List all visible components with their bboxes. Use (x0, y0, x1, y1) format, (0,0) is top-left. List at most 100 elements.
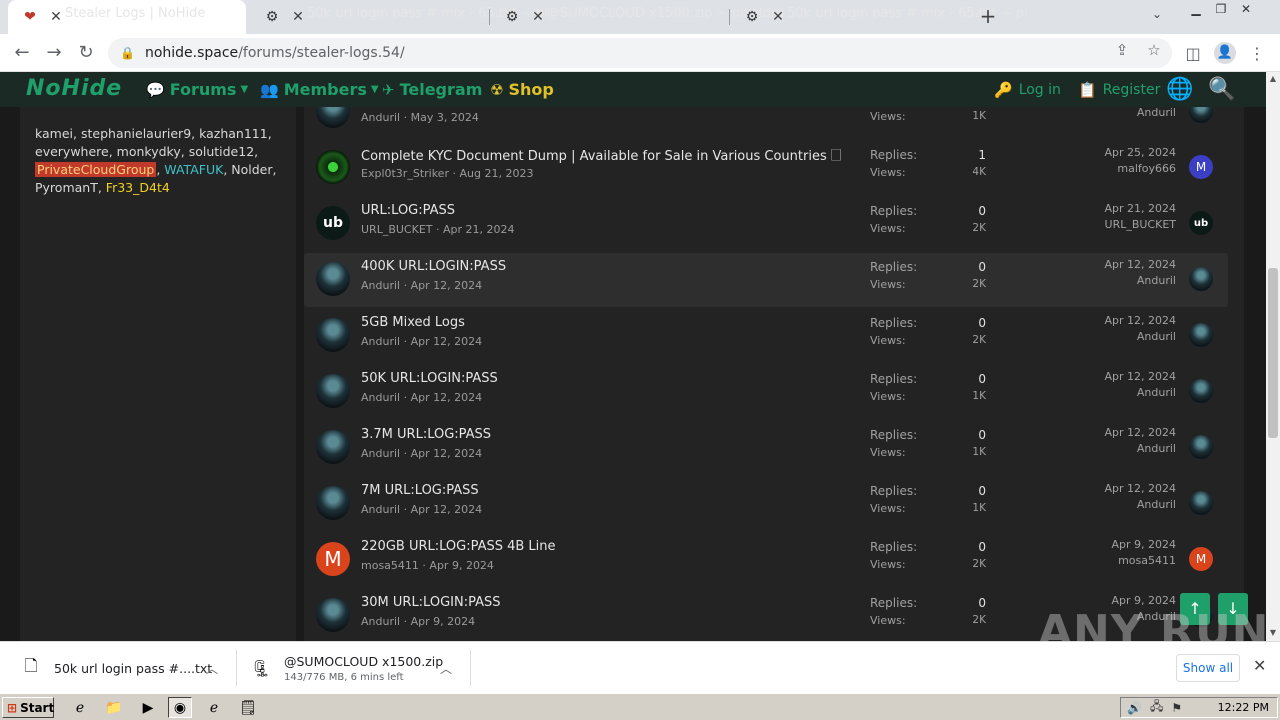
thread-start-date[interactable]: Apr 12, 2024 (411, 503, 483, 516)
last-post-date[interactable]: Apr 21, 2024 (1064, 202, 1176, 215)
tab-stealer-logs[interactable]: ❤ Stealer Logs | NoHide ✕ (8, 0, 246, 34)
notepad-icon[interactable]: 🗒 (236, 697, 260, 718)
thread-author[interactable]: mosa5411 (361, 559, 419, 572)
last-post-user[interactable]: Anduril (1064, 442, 1176, 455)
online-user[interactable]: Nolder (231, 162, 272, 177)
last-post-date[interactable]: Apr 12, 2024 (1064, 258, 1176, 271)
thread-title[interactable]: 3.7M URL:LOG:PASS (361, 427, 491, 442)
last-post-user[interactable]: Anduril (1064, 386, 1176, 399)
thread-author[interactable]: Anduril (361, 615, 400, 628)
thread-start-date[interactable]: Apr 21, 2024 (443, 223, 515, 236)
last-poster-avatar[interactable] (1189, 323, 1213, 347)
thread-start-date[interactable]: Apr 12, 2024 (411, 335, 483, 348)
close-icon[interactable]: ✕ (1253, 656, 1266, 675)
last-poster-avatar[interactable] (1189, 267, 1213, 291)
close-icon[interactable]: ✕ (770, 9, 786, 25)
thread-title[interactable]: Complete KYC Document Dump | Available f… (361, 147, 841, 169)
thread-start-date[interactable]: Aug 21, 2023 (459, 167, 533, 180)
author-avatar[interactable] (316, 318, 350, 352)
thread-row[interactable]: 5GB Mixed Logs Anduril · Apr 12, 2024 Repl… (304, 309, 1228, 363)
menu-kebab-icon[interactable]: ⋮ (1246, 43, 1268, 65)
thread-start-date[interactable]: May 3, 2024 (411, 111, 479, 124)
author-avatar[interactable] (316, 430, 350, 464)
thread-row[interactable]: 5M Email Logs U:L:PAnduril · May 3, 2024… (304, 107, 1228, 139)
share-icon[interactable]: ⇪ (1112, 41, 1132, 59)
thread-title[interactable]: 5GB Mixed Logs (361, 315, 465, 330)
online-user[interactable]: kazhan111 (199, 126, 268, 141)
thread-author[interactable]: Expl0t3r_Striker (361, 167, 449, 180)
last-poster-avatar[interactable]: M (1189, 155, 1213, 179)
online-user[interactable]: Fr33_D4t4 (106, 180, 170, 195)
caret-down-icon[interactable]: ▼ (240, 84, 248, 95)
online-user[interactable]: PyromanT (35, 180, 98, 195)
nav-forums[interactable]: 💬 Forums ▼ (146, 80, 248, 99)
last-post-user[interactable]: Anduril (1064, 274, 1176, 287)
last-post-user[interactable]: Anduril (1064, 498, 1176, 511)
last-post-user[interactable]: URL_BUCKET (1064, 218, 1176, 231)
nav-shop[interactable]: ☢ Shop (490, 80, 554, 99)
online-user[interactable]: solutide12 (189, 144, 254, 159)
close-icon[interactable]: ✕ (48, 9, 64, 25)
thread-row[interactable]: M 220GB URL:LOG:PASS 4B Line mosa5411 · Ap… (304, 533, 1228, 587)
tab-50k-url-login-pass-2[interactable]: ⚙ 50k url login pass # mix - 65.txt ~ pi… (730, 0, 1028, 34)
tab-search-chevron-down-icon[interactable]: ⌄ (1152, 7, 1162, 21)
search-icon[interactable]: 🔍 (1208, 77, 1235, 102)
nav-members[interactable]: 👥 Members ▼ (260, 80, 379, 99)
side-panel-icon[interactable]: ◫ (1182, 43, 1204, 65)
last-post-user[interactable]: Anduril (1064, 107, 1176, 119)
thread-title[interactable]: 400K URL:LOGIN:PASS (361, 259, 506, 274)
last-post-user[interactable]: Anduril (1064, 330, 1176, 343)
address-bar[interactable]: 🔒 nohide.space /forums/stealer-logs.54/ (108, 38, 1172, 68)
thread-row[interactable]: Complete KYC Document Dump | Available f… (304, 141, 1228, 195)
profile-avatar-icon[interactable]: 👤 (1214, 42, 1236, 64)
thread-start-date[interactable]: Apr 9, 2024 (411, 615, 476, 628)
close-icon[interactable]: ✕ (530, 9, 546, 25)
author-avatar[interactable] (316, 150, 350, 184)
close-icon[interactable]: ✕ (290, 9, 306, 25)
volume-icon[interactable]: 🔊 (1127, 701, 1142, 715)
author-avatar[interactable]: M (316, 542, 350, 576)
online-user[interactable]: kamei (35, 126, 73, 141)
new-tab-plus-icon[interactable]: + (976, 5, 1000, 29)
thread-start-date[interactable]: Apr 12, 2024 (411, 279, 483, 292)
download-item-zip[interactable]: 🗜 @SUMOCLOUD x1500.zip 143/776 MB, 6 min… (250, 642, 460, 694)
download-item-txt[interactable]: 🗋 50k url login pass #....txt (20, 642, 230, 694)
last-poster-avatar[interactable] (1189, 107, 1213, 123)
window-close-icon[interactable]: ✕ (1234, 0, 1258, 18)
author-avatar[interactable]: ub (316, 206, 350, 240)
thread-author[interactable]: Anduril (361, 111, 400, 124)
last-post-date[interactable]: Apr 12, 2024 (1064, 482, 1176, 495)
page-scrollbar[interactable]: ▲ ▼ (1266, 72, 1280, 641)
flag-icon[interactable]: ⚑ (1171, 701, 1182, 715)
thread-start-date[interactable]: Apr 9, 2024 (429, 559, 494, 572)
minimize-icon[interactable]: ▁ (1184, 0, 1208, 18)
thread-title[interactable]: URL:LOG:PASS (361, 203, 455, 218)
start-button[interactable]: ⊞ Start (2, 697, 54, 718)
nav-telegram[interactable]: ✈ Telegram (382, 80, 482, 99)
author-avatar[interactable] (316, 486, 350, 520)
last-poster-avatar[interactable] (1189, 491, 1213, 515)
thread-author[interactable]: URL_BUCKET (361, 223, 432, 236)
globe-icon[interactable]: 🌐 (1166, 77, 1193, 102)
thread-row[interactable]: 7M URL:LOG:PASS Anduril · Apr 12, 2024 Rep… (304, 477, 1228, 531)
forward-arrow-icon[interactable]: → (42, 41, 66, 65)
restore-icon[interactable]: ❐ (1209, 0, 1233, 18)
online-user[interactable]: everywhere (35, 144, 109, 159)
scroll-up-arrow-icon[interactable]: ▲ (1266, 74, 1280, 83)
show-all-button[interactable]: Show all (1176, 654, 1240, 682)
online-user[interactable]: monkydky (117, 144, 181, 159)
chrome-icon[interactable]: ◉ (168, 697, 192, 718)
last-poster-avatar[interactable] (1189, 379, 1213, 403)
scrollbar-thumb[interactable] (1268, 268, 1278, 438)
last-post-date[interactable]: Apr 25, 2024 (1064, 146, 1176, 159)
register-link[interactable]: 📋 Register (1078, 81, 1160, 99)
login-link[interactable]: 🔑 Log in (994, 81, 1061, 99)
edge-icon[interactable]: ℯ (202, 697, 226, 718)
lock-icon[interactable]: 🔒 (120, 46, 135, 60)
author-avatar[interactable] (316, 107, 350, 128)
chevron-up-icon[interactable]: ︿ (206, 660, 218, 677)
thread-start-date[interactable]: Apr 12, 2024 (411, 447, 483, 460)
thread-title[interactable]: 50K URL:LOGIN:PASS (361, 371, 498, 386)
last-post-date[interactable]: Apr 12, 2024 (1064, 426, 1176, 439)
thread-author[interactable]: Anduril (361, 335, 400, 348)
